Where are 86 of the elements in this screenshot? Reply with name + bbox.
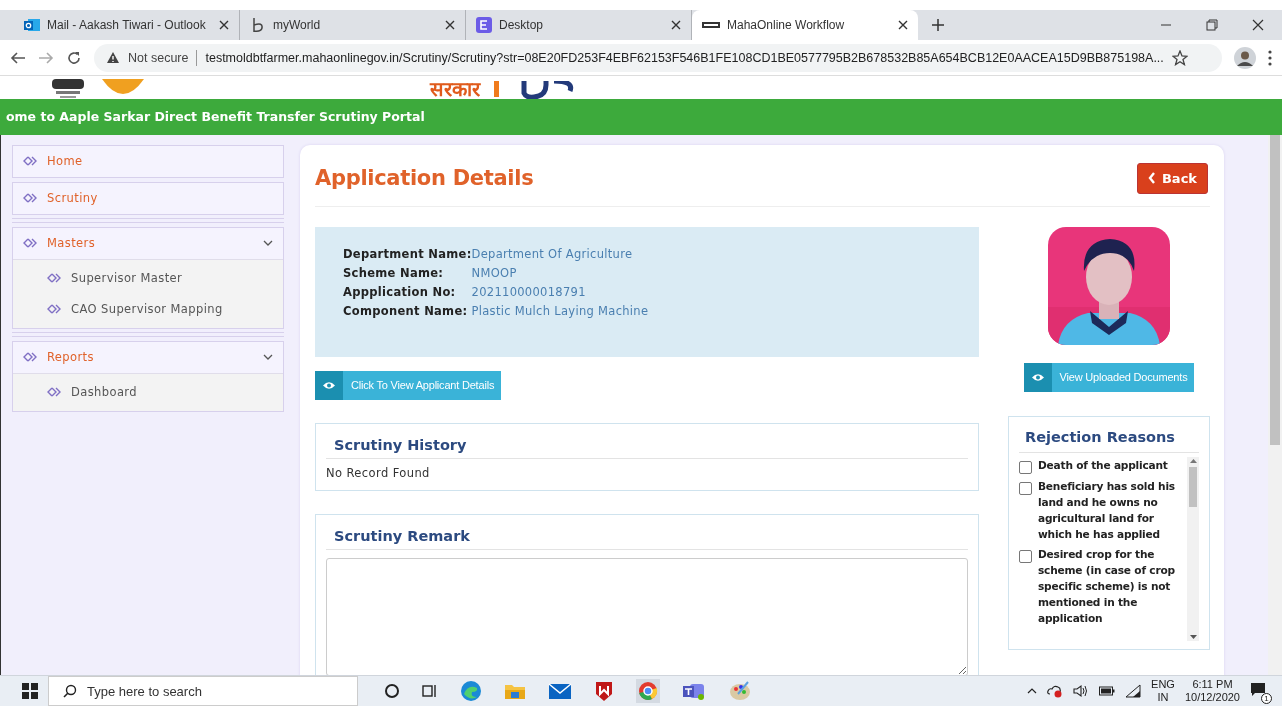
paint-palette-icon[interactable] xyxy=(728,680,752,702)
close-icon[interactable] xyxy=(671,20,681,30)
close-icon[interactable] xyxy=(1252,19,1264,31)
menu-icon[interactable] xyxy=(1268,49,1272,66)
wifi-icon[interactable] xyxy=(1125,684,1142,698)
chrome-browser-icon[interactable] xyxy=(636,679,660,703)
logo-text: सरकार xyxy=(430,79,480,99)
field-value: NMOOP xyxy=(471,265,518,280)
security-label: Not secure xyxy=(128,50,189,65)
scrollbar-thumb[interactable] xyxy=(1270,134,1280,445)
field-value: Department Of Agriculture xyxy=(471,246,634,261)
link-icon xyxy=(47,273,61,284)
link-icon xyxy=(23,352,37,363)
reason-label: Beneficiary has sold his land and he owns no agricultural land for which he has applied xyxy=(1038,478,1176,542)
page-title: Application Details xyxy=(315,166,534,191)
reload-icon[interactable] xyxy=(66,49,82,66)
mail-icon xyxy=(24,17,40,33)
scroll-down-icon xyxy=(1189,634,1197,639)
field-value: Plastic Mulch Laying Machine xyxy=(471,303,650,318)
chevron-left-icon xyxy=(1147,172,1156,185)
empty-message: No Record Found xyxy=(326,464,431,482)
close-icon[interactable] xyxy=(219,20,229,30)
task-view-icon[interactable] xyxy=(422,683,438,699)
shield-icon[interactable] xyxy=(594,680,614,702)
b-letter-icon xyxy=(250,17,266,33)
teams-icon[interactable] xyxy=(682,681,706,701)
link-icon xyxy=(23,238,37,249)
scrollbar-thumb[interactable] xyxy=(1189,466,1197,507)
eye-icon xyxy=(322,380,336,390)
windows-start-icon[interactable] xyxy=(22,683,38,699)
edge-browser-icon[interactable] xyxy=(460,680,482,702)
e-letter-icon xyxy=(476,17,492,33)
battery-icon[interactable] xyxy=(1099,686,1116,696)
checkbox[interactable] xyxy=(1019,481,1032,495)
page-scrollbar[interactable] xyxy=(1268,134,1282,675)
link-icon xyxy=(47,387,61,398)
checkbox[interactable] xyxy=(1019,460,1032,474)
field-label: Department Name: xyxy=(343,246,472,261)
section-title: Rejection Reasons xyxy=(1019,416,1199,453)
profile-avatar-icon[interactable] xyxy=(1234,46,1256,69)
sidebar-subitem[interactable]: Supervisor Master xyxy=(13,262,283,294)
taskbar-search-field[interactable]: Type here to search xyxy=(48,676,358,706)
section-title: Scrutiny History xyxy=(326,423,968,459)
close-icon[interactable] xyxy=(445,20,455,30)
checkbox[interactable] xyxy=(1019,549,1032,563)
welcome-marquee: ome to Aaple Sarkar Direct Benefit Transfer Scrutiny Portal xyxy=(6,109,425,125)
browser-tab[interactable]: MahaOnline Workflow xyxy=(692,10,918,40)
field-label: Component Name: xyxy=(343,303,469,318)
star-icon[interactable] xyxy=(1171,49,1188,66)
cloud-error-icon[interactable] xyxy=(1047,684,1064,698)
mail-envelope-icon[interactable] xyxy=(548,682,572,700)
remark-field[interactable] xyxy=(326,557,968,675)
speaker-icon[interactable] xyxy=(1073,684,1090,698)
new-tab-icon[interactable] xyxy=(932,19,944,31)
restore-icon[interactable] xyxy=(1206,19,1218,31)
notification-icon xyxy=(1250,682,1266,696)
site-logo-icon xyxy=(702,20,720,30)
field-value: 202110000018791 xyxy=(471,284,587,299)
link-icon xyxy=(23,156,37,167)
folder-icon[interactable] xyxy=(504,682,526,700)
field-label: Appplication No: xyxy=(343,284,457,299)
url-text: testmoldbtfarmer.mahaonlinegov.in/Scrutiny/Scrutiny?str=08E20FD253F4EBF62153F546B1FE108CD1BE0577795B2B678532B85A654BCB12E0AACEA15D9BB875198A... xyxy=(205,50,1164,65)
sidebar-subitem[interactable]: CAO Supervisor Mapping xyxy=(13,293,283,325)
scroll-up-icon xyxy=(1189,458,1197,463)
link-icon xyxy=(47,304,61,315)
language-indicator[interactable]: ENG IN xyxy=(1151,678,1175,704)
cortana-circle-icon[interactable] xyxy=(384,683,400,699)
clock[interactable]: 6:11 PM 10/12/2020 xyxy=(1184,678,1240,704)
reason-label: Death of the applicant xyxy=(1038,457,1168,473)
field-label: Scheme Name: xyxy=(343,265,445,280)
back-button[interactable]: Back xyxy=(1136,162,1208,194)
browser-tab[interactable]: myWorld xyxy=(240,10,466,40)
browser-tab[interactable]: Mail - Aakash Tiwari - Outlook xyxy=(14,10,240,40)
warning-icon xyxy=(106,51,120,64)
address-bar[interactable]: Not secure testmoldbtfarmer.mahaonlinegov.in/Scrutiny/Scrutiny?str=08E20FD253F4EBF62153F546B1FE108CD1BE0577795B2B678532B85A654BCB12E0AACEA15D9BB875198A... xyxy=(94,43,1222,72)
scrollbar[interactable] xyxy=(1187,456,1199,641)
emblem-drawing xyxy=(50,77,86,99)
close-icon[interactable] xyxy=(898,20,908,30)
reason-label: Desired crop for the scheme (in case of crop specific scheme) is not mentioned in the application xyxy=(1038,546,1176,626)
section-title: Scrutiny Remark xyxy=(326,514,968,550)
link-icon xyxy=(23,193,37,204)
eye-icon xyxy=(1030,372,1045,382)
browser-tab[interactable]: Desktop xyxy=(466,10,692,40)
search-icon xyxy=(63,684,77,698)
chevron-up-icon[interactable] xyxy=(1027,688,1038,694)
back-arrow-icon[interactable] xyxy=(10,50,26,65)
